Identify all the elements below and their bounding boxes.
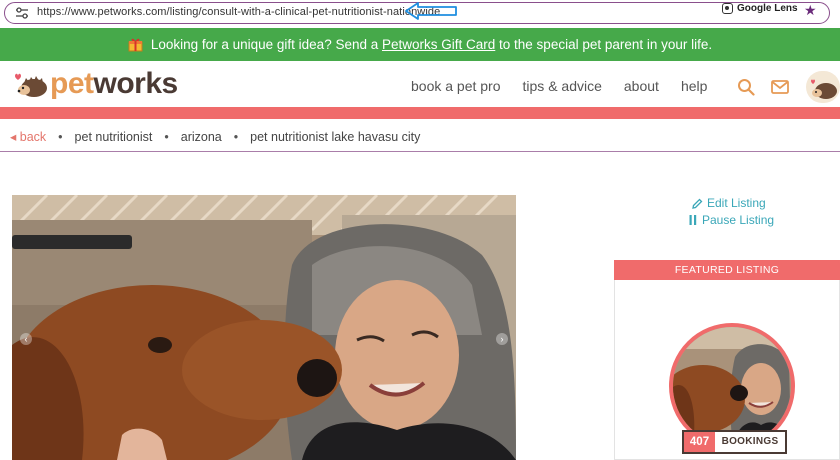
- header-accent-band: [0, 107, 840, 119]
- lens-icon: [722, 3, 733, 14]
- hedgehog-logo-icon: [15, 73, 47, 97]
- logo-text-pet: pet: [50, 67, 94, 100]
- listing-photo[interactable]: [12, 195, 516, 460]
- featured-profile-image: [673, 327, 791, 445]
- breadcrumb: ◂ back • pet nutritionist • arizona • pe…: [10, 129, 420, 145]
- breadcrumb-item-arizona[interactable]: arizona: [181, 130, 222, 144]
- carousel-prev-button[interactable]: ‹: [20, 333, 32, 345]
- pause-icon: [689, 215, 697, 225]
- url-text[interactable]: https://www.petworks.com/listing/consult…: [37, 6, 440, 18]
- nav-help[interactable]: help: [681, 78, 707, 94]
- breadcrumb-separator: •: [58, 129, 63, 144]
- pause-listing-label: Pause Listing: [702, 213, 775, 227]
- breadcrumb-divider: [0, 151, 840, 152]
- listing-photo-image: [12, 195, 516, 460]
- bookmark-star-icon[interactable]: ★: [804, 2, 817, 19]
- pause-listing-link[interactable]: Pause Listing: [688, 213, 774, 227]
- bookings-count: 407: [684, 432, 715, 452]
- hedgehog-avatar-icon: [811, 79, 837, 99]
- gift-card-link[interactable]: Petworks Gift Card: [382, 37, 495, 52]
- nav-tips-advice[interactable]: tips & advice: [523, 78, 602, 94]
- site-header: petworks book a pet pro tips & advice ab…: [0, 61, 840, 107]
- gift-icon: [128, 38, 143, 52]
- pencil-icon: [692, 198, 703, 209]
- banner-text: Looking for a unique gift idea? Send a: [150, 37, 382, 52]
- breadcrumb-item-pet-nutritionist[interactable]: pet nutritionist: [75, 130, 153, 144]
- featured-listing-header: FEATURED LISTING: [614, 260, 840, 280]
- breadcrumb-item-lake-havasu-city[interactable]: pet nutritionist lake havasu city: [250, 130, 420, 144]
- breadcrumb-separator: •: [164, 129, 169, 144]
- user-avatar[interactable]: [806, 71, 840, 103]
- edit-listing-link[interactable]: Edit Listing: [692, 196, 766, 210]
- google-lens-button[interactable]: Google Lens: [722, 3, 798, 14]
- back-link[interactable]: ◂ back: [10, 129, 46, 144]
- nav-book-a-pet-pro[interactable]: book a pet pro: [411, 78, 501, 94]
- petworks-logo[interactable]: petworks: [12, 67, 178, 101]
- browser-address-bar: https://www.petworks.com/listing/consult…: [0, 0, 840, 26]
- nav-about[interactable]: about: [624, 78, 659, 94]
- breadcrumb-separator: •: [233, 129, 239, 144]
- annotation-arrow-icon: [405, 2, 457, 20]
- bookings-label: BOOKINGS: [721, 436, 779, 447]
- carousel-next-button[interactable]: ›: [496, 333, 508, 345]
- site-settings-icon[interactable]: [15, 7, 29, 19]
- logo-text-works: works: [93, 67, 179, 100]
- main-nav: book a pet pro tips & advice about help: [411, 78, 707, 94]
- search-icon[interactable]: [737, 78, 755, 96]
- bookings-badge: 407 BOOKINGS: [682, 430, 787, 454]
- banner-text-end: to the special pet parent in your life.: [495, 37, 713, 52]
- google-lens-label: Google Lens: [737, 3, 798, 14]
- mail-icon[interactable]: [771, 80, 789, 94]
- gift-card-banner: Looking for a unique gift idea? Send a P…: [0, 28, 840, 61]
- edit-listing-label: Edit Listing: [707, 196, 766, 210]
